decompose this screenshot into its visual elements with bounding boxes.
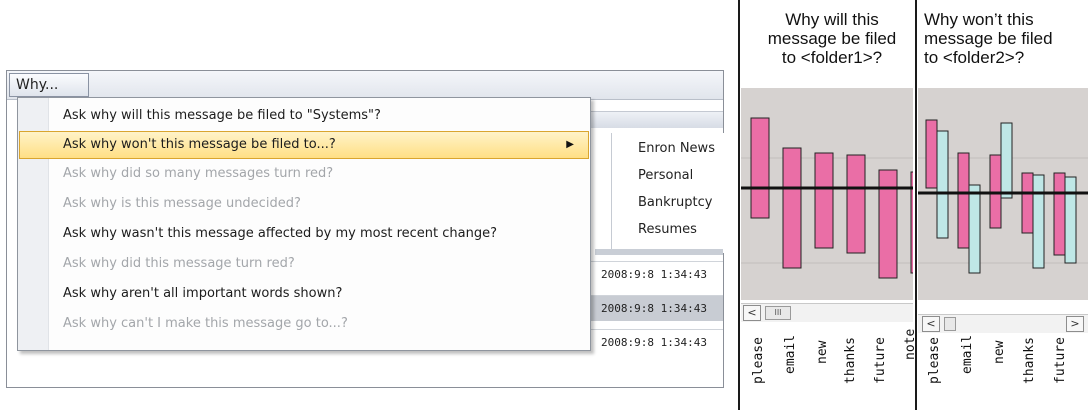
bar-thanks-cyan	[1032, 174, 1045, 269]
panel2-title-line: Why won’t this	[924, 10, 1034, 29]
panel1-word-label: email	[783, 334, 798, 374]
bar-email-cyan	[968, 184, 981, 274]
panel2-bar-chart	[918, 88, 1088, 300]
menu-item-why-words-not-shown[interactable]: Ask why aren't all important words shown…	[19, 280, 589, 308]
message-row-date[interactable]: 2008:9:8 1:34:43	[589, 295, 723, 321]
menu-item-why-cant-go-to[interactable]: Ask why can't I make this message go to.…	[19, 310, 589, 338]
panel1-title-line: Why will this	[785, 10, 879, 29]
bar-please-pink	[925, 119, 938, 189]
panel2-title: Why won’t this message be filed to <fold…	[924, 10, 1088, 67]
menu-bar: Why...	[7, 71, 723, 100]
scroll-left-button[interactable]: <	[922, 316, 940, 332]
menu-item-why-undecided[interactable]: Ask why is this message undecided?	[19, 190, 589, 218]
submenu-item-personal[interactable]: Personal	[638, 168, 693, 183]
submenu-item-bankruptcy[interactable]: Bankruptcy	[638, 195, 712, 210]
background-panel-header	[589, 111, 723, 128]
panel2-word-label: email	[960, 334, 975, 374]
why-dropdown-menu: Ask why will this message be filed to "S…	[17, 97, 591, 351]
menu-item-why-filed-systems[interactable]: Ask why will this message be filed to "S…	[19, 102, 589, 130]
menu-item-why-wont-filed[interactable]: Ask why won't this message be filed to..…	[19, 131, 589, 159]
menu-item-why-not-affected[interactable]: Ask why wasn't this message affected by …	[19, 220, 589, 248]
panel1-title-line: to <folder1>?	[781, 48, 883, 67]
bar-new	[814, 152, 834, 249]
scroll-right-button[interactable]: >	[1066, 316, 1084, 332]
email-client-window: Why... Enron News Personal Bankruptcy Re…	[6, 70, 724, 388]
menu-item-why-many-red[interactable]: Ask why did so many messages turn red?	[19, 160, 589, 188]
bar-please	[750, 117, 770, 219]
menu-item-label: Ask why won't this message be filed to..…	[63, 137, 336, 152]
message-row-date[interactable]: 2008:9:8 1:34:43	[589, 261, 723, 287]
bar-future	[878, 169, 898, 279]
bar-please-cyan	[936, 130, 949, 239]
panel1-word-label: new	[815, 340, 830, 364]
scroll-thumb[interactable]	[944, 317, 956, 331]
panel1-title-line: message be filed	[767, 29, 897, 48]
panel1-title: Why will this message be filed to <folde…	[750, 10, 914, 67]
bar-thanks	[846, 154, 866, 254]
submenu-item-resumes[interactable]: Resumes	[638, 222, 697, 237]
panel2-word-label: future	[1053, 337, 1068, 384]
menu-item-why-turn-red[interactable]: Ask why did this message turn red?	[19, 250, 589, 278]
message-row-date[interactable]: 2008:9:8 1:34:43	[589, 329, 723, 355]
panel1-word-label: thanks	[843, 337, 858, 384]
panel1-bar-chart	[741, 88, 913, 300]
folder-submenu: Enron News Personal Bankruptcy Resumes	[611, 133, 724, 253]
panel1-horizontal-scrollbar[interactable]: < III	[741, 303, 913, 322]
submenu-shadow	[595, 249, 723, 255]
panel2-word-label: new	[992, 340, 1007, 364]
bar-email	[782, 147, 802, 269]
panel2-title-line: message be filed	[924, 29, 1053, 48]
panel1-word-label: please	[751, 337, 766, 384]
submenu-arrow-icon: ▶	[566, 139, 574, 150]
panel1-word-label: note	[903, 328, 918, 360]
scroll-left-button[interactable]: <	[743, 305, 761, 321]
bar-thanks-pink	[1021, 172, 1034, 234]
panel-divider-left	[738, 0, 740, 410]
bar-future-cyan	[1064, 176, 1077, 264]
panel2-title-line: to <folder2>?	[924, 48, 1025, 67]
scroll-thumb[interactable]: III	[765, 306, 791, 320]
bar-email-pink	[957, 152, 970, 249]
submenu-item-enron-news[interactable]: Enron News	[638, 141, 715, 156]
why-menu-button[interactable]: Why...	[9, 73, 89, 97]
bar-future-pink	[1053, 172, 1066, 256]
panel2-word-label: thanks	[1022, 337, 1037, 384]
panel2-horizontal-scrollbar[interactable]: < >	[918, 314, 1088, 333]
bar-new-cyan	[1000, 122, 1013, 199]
panel1-word-label: future	[873, 337, 888, 384]
panel2-word-label: please	[927, 337, 942, 384]
